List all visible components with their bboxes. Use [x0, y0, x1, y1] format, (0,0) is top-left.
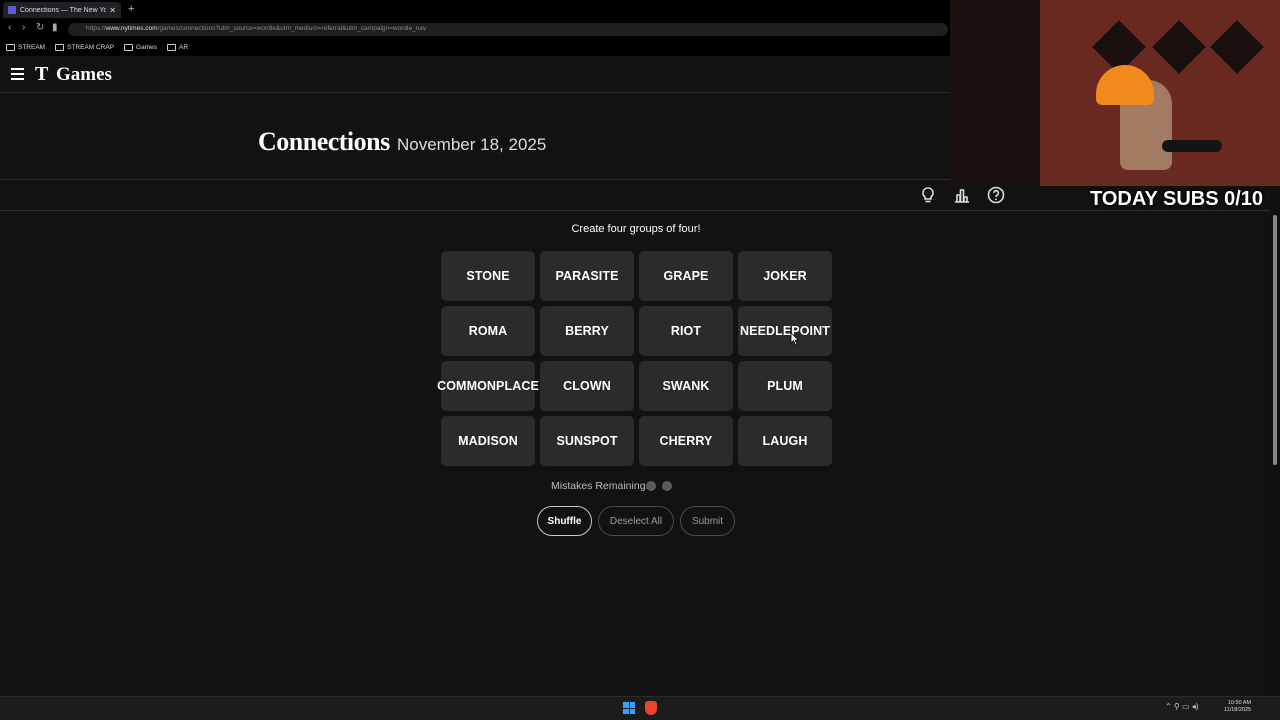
site-header [0, 57, 950, 93]
help-icon[interactable] [986, 185, 1006, 205]
bookmark-label: Games [136, 44, 157, 51]
bookmark-folder[interactable]: AR [167, 44, 188, 51]
divider [0, 210, 1270, 211]
hint-bulb-icon[interactable] [918, 185, 938, 205]
back-icon[interactable]: ‹ [8, 22, 11, 33]
nyt-logo-mark[interactable]: T [35, 63, 48, 86]
bookmark-icon[interactable]: ▮ [52, 22, 58, 33]
mistakes-label: Mistakes Remaining: [551, 480, 649, 492]
word-tile[interactable]: BERRY [540, 306, 634, 356]
folder-icon [6, 44, 15, 51]
taskbar-clock[interactable]: 10:50 AM 11/18/2025 [1224, 700, 1251, 714]
clock-time: 10:50 AM [1227, 700, 1252, 706]
url-field[interactable]: https://www.nytimes.com/games/connection… [68, 23, 948, 36]
puzzle-date: November 18, 2025 [397, 135, 547, 154]
word-tile[interactable]: CLOWN [540, 361, 634, 411]
mistake-dot [662, 481, 672, 491]
bookmark-label: AR [179, 44, 189, 51]
url-domain: www.nytimes.com [105, 25, 158, 32]
word-tile[interactable]: MADISON [441, 416, 535, 466]
url-prefix: https:// [86, 25, 106, 32]
brave-browser-icon[interactable] [645, 701, 657, 715]
system-tray-icons[interactable]: ⌃ ⚲ ▭ ◂) [1165, 702, 1198, 711]
word-tile[interactable]: LAUGH [738, 416, 832, 466]
url-path: /games/connections?utm_source=wordle&utm… [157, 25, 427, 32]
bookmark-folder[interactable]: STREAM [6, 44, 45, 51]
word-tile[interactable]: JOKER [738, 251, 832, 301]
bookmarks-bar: STREAM STREAM CRAP Games AR [0, 39, 950, 56]
bookmark-label: STREAM [18, 44, 46, 51]
word-tile[interactable]: SUNSPOT [540, 416, 634, 466]
word-tile[interactable]: PLUM [738, 361, 832, 411]
word-tile[interactable]: NEEDLEPOINT [738, 306, 832, 356]
clock-date: 11/18/2025 [1224, 707, 1252, 713]
scrollbar-thumb[interactable] [1273, 215, 1277, 465]
page-title: Connections [258, 127, 390, 156]
bookmark-label: STREAM CRAP [67, 44, 115, 51]
deselect-all-button[interactable]: Deselect All [598, 506, 674, 536]
games-logo[interactable]: Games [56, 64, 112, 86]
forward-icon[interactable]: › [22, 22, 25, 33]
menu-icon[interactable] [11, 68, 24, 83]
folder-icon [167, 44, 176, 51]
shuffle-button[interactable]: Shuffle [537, 506, 592, 536]
bookmark-folder[interactable]: Games [124, 44, 157, 51]
windows-start-icon[interactable] [623, 702, 635, 714]
taskbar [0, 696, 1280, 720]
instructions-text: Create four groups of four! [571, 223, 701, 235]
word-grid: STONE PARASITE GRAPE JOKER ROMA BERRY RI… [437, 251, 832, 466]
stats-icon[interactable] [952, 185, 972, 205]
reload-icon[interactable]: ↻ [36, 22, 44, 33]
mistake-dot [646, 481, 656, 491]
mouse-cursor-icon [790, 332, 800, 346]
word-tile[interactable]: GRAPE [639, 251, 733, 301]
word-tile[interactable]: CHERRY [639, 416, 733, 466]
tab-title: Connections — The New York [20, 6, 107, 14]
word-tile[interactable]: ROMA [441, 306, 535, 356]
browser-tab[interactable]: Connections — The New York ✕ [3, 2, 121, 18]
new-tab-icon[interactable]: + [128, 3, 134, 15]
bookmark-folder[interactable]: STREAM CRAP [55, 44, 114, 51]
favicon-icon [8, 6, 16, 14]
word-tile[interactable]: COMMONPLACE [437, 361, 539, 411]
close-tab-icon[interactable]: ✕ [109, 6, 116, 15]
subs-counter: TODAY SUBS 0/10 [1090, 188, 1264, 210]
submit-button[interactable]: Submit [680, 506, 735, 536]
folder-icon [55, 44, 65, 51]
word-tile[interactable]: SWANK [639, 361, 733, 411]
word-tile[interactable]: RIOT [639, 306, 733, 356]
webcam-overlay [950, 0, 1280, 186]
folder-icon [124, 44, 134, 51]
word-tile[interactable]: STONE [441, 251, 535, 301]
word-tile[interactable]: PARASITE [540, 251, 634, 301]
